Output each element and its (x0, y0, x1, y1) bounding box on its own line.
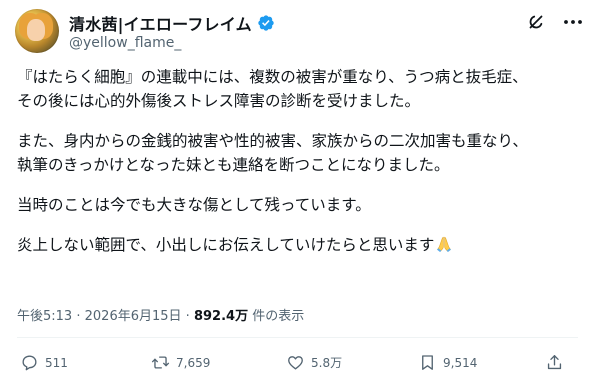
reply-button[interactable]: 511 (20, 353, 68, 372)
more-icon[interactable] (562, 12, 584, 32)
bookmark-count: 9,514 (443, 355, 478, 370)
share-icon (547, 355, 562, 370)
bookmark-button[interactable]: 9,514 (418, 353, 477, 372)
views-count: 892.4万 (193, 309, 249, 324)
action-bar: 511 7,659 5.8万 9,514 (20, 353, 579, 377)
post-time[interactable]: 午後5:13 (17, 309, 72, 324)
reply-icon (22, 355, 37, 371)
post-line: 炎上しない範囲で、小出しにお伝えしていけたらと思います (17, 236, 435, 254)
post-meta: 午後5:13 · 2026年6月15日 · 892.4万 件の表示 (17, 305, 304, 324)
divider (17, 337, 578, 338)
post-line: その後には心的外傷後ストレス障害の診断を受けました。 (17, 92, 421, 110)
post-paragraph: また、身内からの金銭的被害や性的被害、家族からの二次加害も重なり、 執筆のきっか… (17, 129, 577, 177)
retweet-button[interactable]: 7,659 (151, 353, 210, 372)
meta-separator: · (76, 309, 81, 324)
author-handle[interactable]: @yellow_flame_ (69, 35, 181, 51)
post-paragraph: 『はたらく細胞』の連載中には、複数の被害が重なり、うつ病と抜毛症、 その後には心… (17, 65, 577, 113)
like-icon (288, 356, 303, 370)
post-line: 執筆のきっかけとなった妹とも連絡を断つことになりました。 (17, 156, 450, 174)
post-body: 『はたらく細胞』の連載中には、複数の被害が重なり、うつ病と抜毛症、 その後には心… (17, 65, 577, 273)
like-count: 5.8万 (311, 356, 343, 370)
like-button[interactable]: 5.8万 (286, 353, 342, 372)
retweet-count: 7,659 (176, 355, 211, 370)
post-line: また、身内からの金銭的被害や性的被害、家族からの二次加害も重なり、 (17, 132, 528, 150)
display-name[interactable]: 清水茜|イエローフレイム (69, 11, 252, 35)
avatar[interactable] (15, 9, 59, 53)
folded-hands-emoji (435, 235, 453, 253)
views-label: 件の表示 (252, 309, 305, 324)
reply-count: 511 (45, 355, 68, 370)
author-name-row: 清水茜|イエローフレイム (69, 11, 275, 35)
post-line: 当時のことは今でも大きな傷として残っています。 (17, 196, 371, 214)
share-button[interactable] (545, 353, 564, 372)
grok-icon[interactable] (526, 12, 546, 32)
verified-badge-icon (257, 14, 275, 32)
retweet-icon (151, 356, 170, 369)
post-line: 『はたらく細胞』の連載中には、複数の被害が重なり、うつ病と抜毛症、 (17, 68, 528, 86)
post-paragraph: 炎上しない範囲で、小出しにお伝えしていけたらと思います (17, 233, 577, 257)
post-date[interactable]: 2026年6月15日 (85, 309, 182, 324)
meta-separator: · (185, 309, 190, 324)
bookmark-icon (422, 355, 433, 370)
post-paragraph: 当時のことは今でも大きな傷として残っています。 (17, 193, 577, 217)
